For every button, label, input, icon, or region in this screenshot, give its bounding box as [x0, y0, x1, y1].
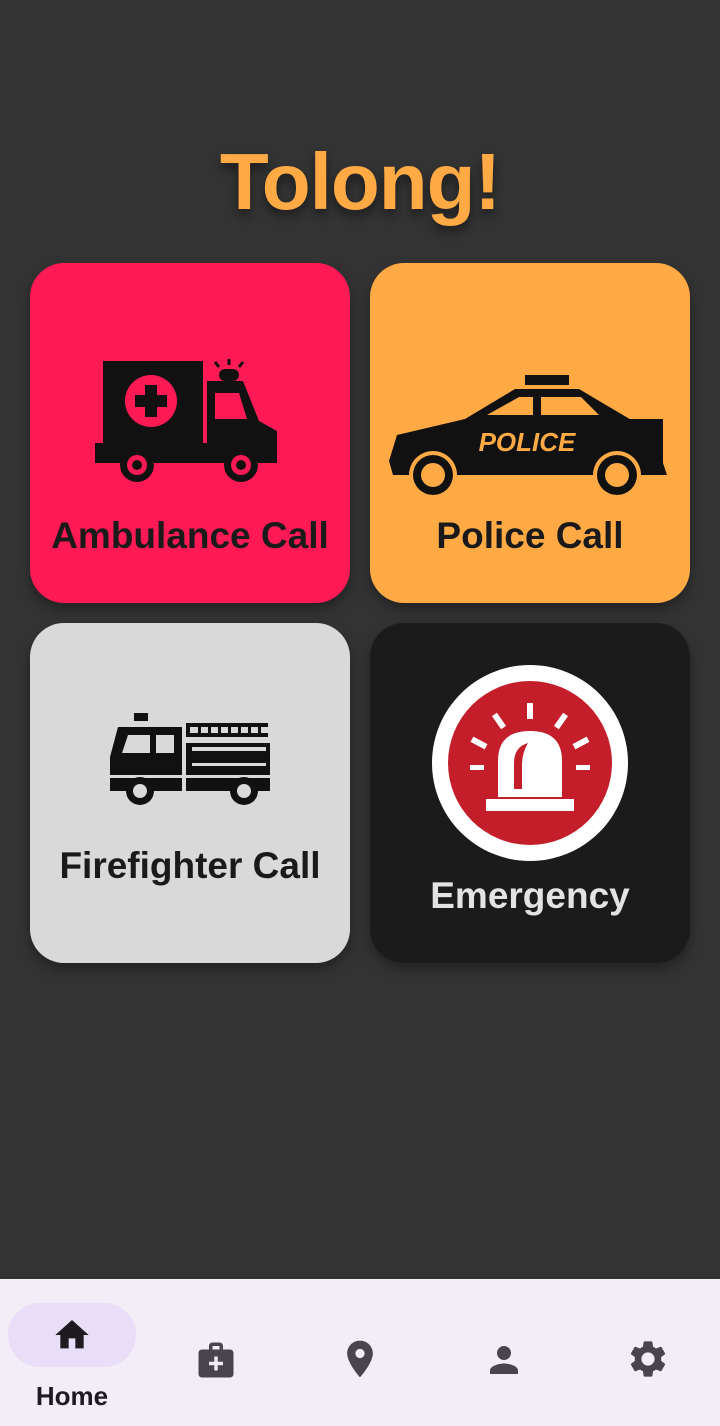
firefighter-call-card[interactable]: Firefighter Call — [30, 623, 350, 963]
police-call-card[interactable]: POLICE Police Call — [370, 263, 690, 603]
nav-home-label: Home — [35, 1381, 109, 1411]
ambulance-call-card[interactable]: Ambulance Call — [30, 263, 350, 603]
police-car-icon: POLICE — [370, 371, 690, 496]
fire-truck-icon — [30, 713, 350, 807]
nav-location[interactable] — [288, 1279, 432, 1426]
bottom-navigation-bar: Home — [0, 1279, 720, 1426]
location-pin-icon — [288, 1337, 432, 1381]
siren-icon — [370, 663, 690, 863]
emergency-label: Emergency — [430, 875, 630, 916]
ambulance-icon — [30, 359, 350, 484]
app-screen: Tolong! Ambulance Call POLICE Police Cal… — [0, 0, 720, 1426]
ambulance-call-label: Ambulance Call — [51, 515, 329, 556]
medical-kit-icon — [144, 1339, 288, 1381]
nav-profile[interactable] — [432, 1279, 576, 1426]
nav-settings[interactable] — [576, 1279, 720, 1426]
nav-home[interactable]: Home — [0, 1279, 144, 1426]
emergency-card[interactable]: Emergency — [370, 623, 690, 963]
app-title: Tolong! — [219, 137, 501, 226]
person-icon — [432, 1339, 576, 1381]
nav-medical[interactable] — [144, 1279, 288, 1426]
police-badge-text: POLICE — [479, 427, 576, 457]
police-call-label: Police Call — [436, 515, 624, 556]
firefighter-call-label: Firefighter Call — [59, 845, 321, 886]
home-icon — [0, 1315, 144, 1355]
settings-icon — [576, 1337, 720, 1381]
